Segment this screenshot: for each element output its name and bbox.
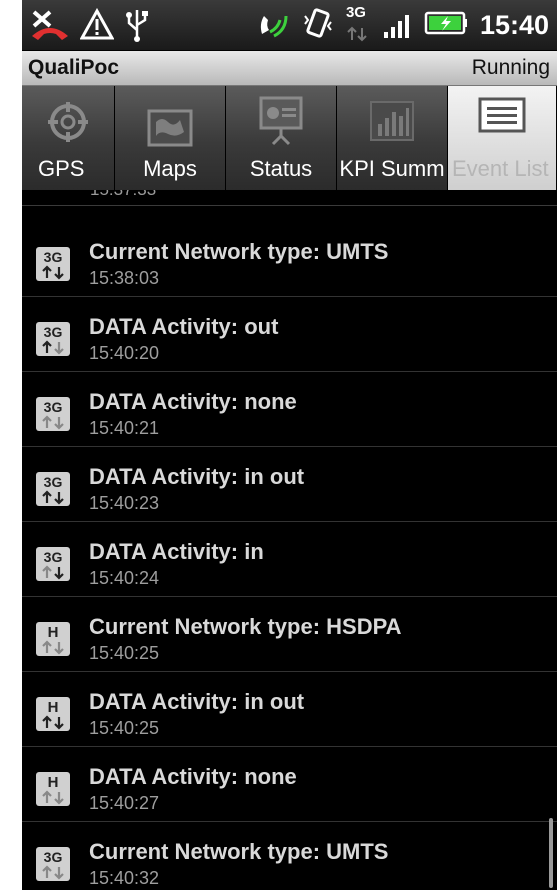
event-row[interactable]: 3G Current Network type: UMTS 15:38:03	[22, 221, 557, 297]
tab-status-label: Status	[249, 156, 313, 181]
event-time: 15:40:25	[89, 718, 160, 738]
signal-icon	[382, 6, 412, 44]
gps-target-icon	[46, 100, 90, 148]
tab-maps-label: Maps	[143, 156, 197, 181]
event-row[interactable]: 3G DATA Activity: in out 15:40:23	[22, 446, 557, 522]
svg-text:3G: 3G	[44, 249, 63, 265]
network-3g-badge-icon: 3G	[36, 547, 70, 585]
list-scrollbar[interactable]	[549, 818, 553, 888]
event-time: 15:40:24	[89, 568, 160, 588]
status-bar: 3G 15:40	[22, 0, 557, 51]
event-list[interactable]: 15:37:33 3G Current Network type: UMTS 1…	[22, 190, 557, 890]
network-3g-badge-icon: 3G	[36, 847, 70, 885]
svg-text:H: H	[48, 699, 59, 716]
tab-status[interactable]: Status	[226, 86, 337, 190]
event-time: 15:40:25	[89, 643, 160, 663]
event-title: DATA Activity: none	[89, 389, 297, 414]
notification-icons[interactable]	[30, 7, 150, 46]
tab-gps[interactable]: GPS	[22, 86, 115, 190]
battery-icon	[424, 6, 468, 44]
event-row[interactable]: 3G DATA Activity: out 15:40:20	[22, 296, 557, 372]
event-time: 15:40:27	[89, 793, 160, 813]
svg-text:H: H	[48, 774, 59, 791]
svg-text:3G: 3G	[44, 399, 63, 415]
network-3g-badge-icon: 3G	[36, 472, 70, 510]
bar-chart-icon	[369, 100, 415, 146]
list-icon	[477, 96, 527, 138]
svg-text:3G: 3G	[44, 474, 63, 490]
usb-icon	[124, 8, 150, 46]
map-icon	[146, 108, 194, 152]
tab-event-list-label: Event List	[452, 156, 549, 181]
event-title: DATA Activity: in	[89, 539, 264, 564]
network-type-label: 3G	[345, 4, 366, 21]
tab-kpi-summary-label: KPI Summ	[339, 156, 445, 181]
clock: 15:40	[479, 9, 549, 40]
event-title: Current Network type: HSDPA	[89, 614, 402, 639]
event-time: 15:40:21	[89, 418, 160, 438]
event-time: 15:40:32	[89, 868, 160, 888]
tab-bar: GPS Maps Status KPI Summ Event List	[22, 86, 557, 190]
network-hsdpa-badge-icon: H	[36, 697, 70, 735]
svg-text:3G: 3G	[44, 849, 63, 865]
network-3g-badge-icon: 3G	[36, 247, 70, 285]
network-3g-badge-icon: 3G	[36, 397, 70, 435]
event-title: DATA Activity: out	[89, 314, 279, 339]
presentation-icon	[257, 94, 305, 150]
network-hsdpa-badge-icon: H	[36, 772, 70, 810]
svg-text:3G: 3G	[44, 549, 63, 565]
event-row[interactable]: 3G Current Network type: UMTS 15:40:32	[22, 821, 557, 890]
event-row[interactable]: H DATA Activity: in out 15:40:25	[22, 671, 557, 747]
event-row[interactable]: H DATA Activity: none 15:40:27	[22, 746, 557, 822]
event-title: Current Network type: UMTS	[89, 239, 389, 264]
tab-maps[interactable]: Maps	[115, 86, 226, 190]
event-time: 15:40:23	[89, 493, 160, 513]
tab-gps-label: GPS	[38, 156, 85, 181]
partial-event-time: 15:37:33	[90, 190, 156, 200]
app-title: QualiPoc	[28, 56, 120, 79]
vibrate-icon	[302, 6, 334, 44]
svg-text:3G: 3G	[44, 324, 63, 340]
tab-event-list[interactable]: Event List	[448, 86, 557, 190]
network-3g-badge-icon: 3G	[36, 322, 70, 360]
event-title: DATA Activity: in out	[89, 689, 305, 714]
event-row[interactable]: H Current Network type: HSDPA 15:40:25	[22, 596, 557, 672]
event-time: 15:38:03	[89, 268, 160, 288]
tab-kpi-summary[interactable]: KPI Summ	[337, 86, 448, 190]
warning-icon	[79, 7, 115, 46]
app-run-status: Running	[471, 56, 550, 79]
event-row[interactable]: 3G DATA Activity: in 15:40:24	[22, 521, 557, 597]
network-hsdpa-badge-icon: H	[36, 622, 70, 660]
event-row[interactable]: 3G DATA Activity: none 15:40:21	[22, 371, 557, 447]
app-title-bar: QualiPoc Running	[22, 51, 557, 86]
divider	[22, 205, 557, 206]
phone-screen: 3G 15:40 QualiPoc Running GPS Maps Statu…	[22, 0, 557, 890]
network-3g-icon: 3G	[345, 4, 370, 44]
event-time: 15:40:20	[89, 343, 160, 363]
system-icons: 3G 15:40	[256, 4, 549, 44]
event-title: DATA Activity: in out	[89, 464, 305, 489]
wifi-call-icon	[256, 6, 290, 44]
missed-call-icon	[30, 8, 70, 46]
event-title: DATA Activity: none	[89, 764, 297, 789]
svg-text:H: H	[48, 624, 59, 641]
event-title: Current Network type: UMTS	[89, 839, 389, 864]
